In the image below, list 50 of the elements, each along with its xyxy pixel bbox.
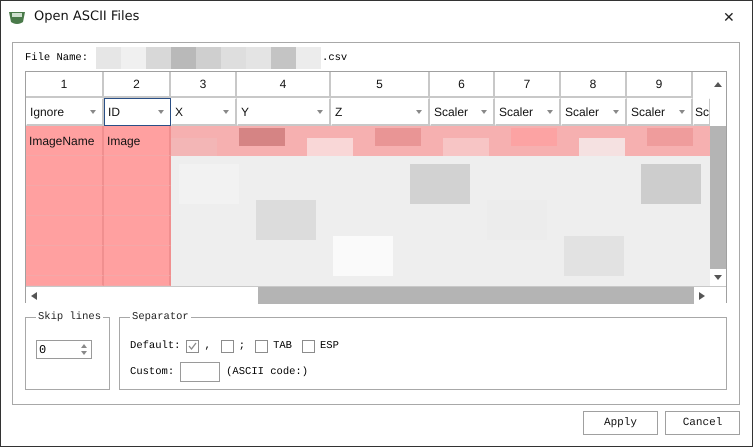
table-cell: ImageName: [26, 126, 104, 156]
checkbox[interactable]: [302, 340, 315, 352]
right-arrow-icon: [699, 292, 705, 300]
checkbox[interactable]: [186, 340, 200, 352]
checkbox-label: ESP: [320, 340, 339, 352]
caret-icon: [90, 110, 96, 114]
column-type-dropdown[interactable]: Z: [331, 98, 430, 126]
checkbox-label: ,: [204, 340, 211, 352]
file-name-label: File Name:: [25, 52, 88, 64]
caret-icon: [679, 110, 685, 114]
default-label: Default:: [130, 340, 180, 352]
table-cell: Image: [104, 126, 171, 156]
group-title: Skip lines: [37, 311, 102, 323]
skip-lines-spinbox[interactable]: 0: [36, 340, 92, 359]
column-type-dropdown[interactable]: Y: [237, 98, 331, 126]
close-button[interactable]: ✕: [706, 1, 752, 32]
column-type-dropdown[interactable]: Scaler: [627, 98, 693, 126]
caret-icon: [613, 110, 619, 114]
spin-arrows-icon: [81, 344, 87, 355]
custom-label: Custom:: [130, 366, 174, 378]
caret-icon: [223, 110, 229, 114]
custom-separator-field[interactable]: [180, 362, 220, 382]
column-type-dropdown[interactable]: X: [171, 98, 237, 126]
checkbox[interactable]: [255, 340, 268, 352]
caret-icon: [547, 110, 553, 114]
column-type-dropdown[interactable]: ID: [104, 98, 171, 126]
column-type-dropdown[interactable]: Scaler: [561, 98, 627, 126]
column-type-dropdown[interactable]: Scaler: [495, 98, 561, 126]
column-type-dropdown[interactable]: Scaler: [430, 98, 495, 126]
left-arrow-icon: [31, 292, 37, 300]
checkbox[interactable]: [220, 340, 234, 352]
scroll-thumb[interactable]: [710, 96, 726, 126]
vertical-scrollbar[interactable]: [710, 72, 726, 286]
caret-icon: [158, 110, 164, 114]
file-extension: .csv: [322, 52, 348, 64]
dialog-button[interactable]: Cancel: [665, 411, 740, 435]
group-title: Separator: [131, 311, 190, 323]
caret-icon: [317, 110, 323, 114]
caret-icon: [481, 110, 487, 114]
horizontal-scrollbar[interactable]: [26, 286, 726, 304]
caret-icon: [416, 110, 422, 114]
up-arrow-icon: [714, 82, 722, 86]
ascii-code-hint: (ASCII code:): [226, 366, 308, 378]
down-arrow-icon: [714, 275, 722, 280]
column-type-dropdown[interactable]: Sc: [693, 98, 710, 126]
column-type-dropdown[interactable]: Ignore: [26, 98, 104, 126]
checkbox-label: ;: [238, 340, 246, 352]
dialog-button[interactable]: Apply: [583, 411, 658, 435]
window-title: Open ASCII Files: [34, 9, 140, 24]
checkbox-label: TAB: [273, 340, 292, 352]
